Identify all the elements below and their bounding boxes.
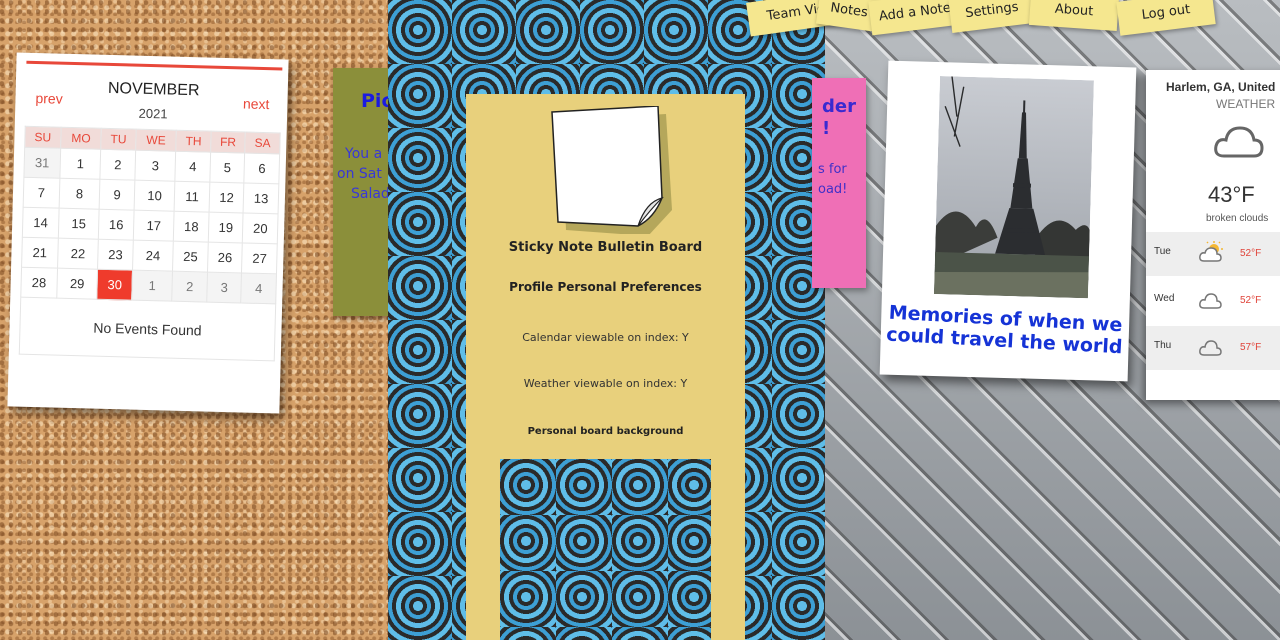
calendar-day[interactable]: 29 (56, 268, 98, 300)
forecast-day: Tue (1154, 246, 1171, 257)
weather-preference: Weather viewable on index: Y (523, 377, 688, 390)
calendar-day[interactable]: 2 (172, 271, 208, 303)
calendar-day[interactable]: 1 (131, 270, 173, 302)
profile-preferences-card: Sticky Note Bulletin Board Profile Perso… (466, 94, 745, 640)
background-preview-image[interactable] (500, 459, 711, 640)
calendar-day[interactable]: 5 (209, 152, 246, 184)
calendar-day[interactable]: 18 (173, 211, 209, 243)
calendar-day-today[interactable]: 30 (97, 269, 133, 301)
calendar-day[interactable]: 17 (133, 210, 175, 242)
note-title-line: der (822, 96, 856, 117)
calendar-header: prev NOVEMBER 2021 next (25, 64, 283, 133)
calendar-grid: SU MO TU WE TH FR SA 31 1 2 3 4 5 6 7 8 … (20, 126, 281, 305)
calendar-events-message: No Events Found (18, 297, 277, 362)
background-preference-label: Personal board background (527, 426, 684, 437)
calendar-day[interactable]: 21 (21, 237, 59, 269)
calendar-day[interactable]: 3 (206, 272, 242, 303)
weather-widget: Harlem, GA, United WEATHER 43°F broken c… (1146, 70, 1280, 400)
note-line: Salad (351, 186, 388, 202)
forecast-day: Wed (1154, 293, 1175, 304)
weekday-fr: FR (210, 131, 246, 154)
note-line: on Sat (337, 166, 382, 182)
note-title-line: ! (822, 118, 831, 139)
calendar-day[interactable]: 1 (59, 148, 101, 180)
calendar-day[interactable]: 28 (20, 267, 58, 299)
brand-title: Sticky Note Bulletin Board (508, 240, 703, 255)
calendar-day[interactable]: 6 (244, 153, 280, 184)
calendar-day[interactable]: 2 (100, 149, 136, 181)
note-line: You a (345, 146, 383, 162)
calendar-day[interactable]: 13 (243, 183, 279, 214)
current-temperature: 43°F (1208, 182, 1255, 207)
weather-location: Harlem, GA, United (1166, 80, 1276, 94)
cork-board-panel: prev NOVEMBER 2021 next SU MO TU WE TH F… (0, 0, 388, 640)
forecast-row: Tue 52°F (1146, 232, 1280, 276)
calendar-day[interactable]: 3 (134, 150, 177, 182)
calendar-day[interactable]: 25 (172, 241, 209, 273)
partly-sunny-icon (1199, 241, 1223, 262)
calendar-day[interactable]: 4 (175, 151, 211, 183)
weather-description: broken clouds (1206, 213, 1269, 224)
forecast-high: 52°F (1240, 295, 1262, 306)
calendar-day[interactable]: 20 (242, 212, 279, 244)
note-body: s for oad! (818, 160, 847, 200)
calendar-day[interactable]: 7 (23, 177, 60, 209)
forecast-row: Thu 57°F (1146, 326, 1280, 370)
note-title: der ! (822, 96, 856, 140)
weekday-th: TH (176, 130, 212, 153)
forecast-high: 52°F (1240, 248, 1262, 259)
calendar-day[interactable]: 9 (99, 179, 135, 211)
calendar-day[interactable]: 15 (58, 208, 100, 240)
calendar-day[interactable]: 10 (133, 180, 176, 212)
page-title: Profile Personal Preferences (509, 280, 702, 294)
sticky-note-pink[interactable]: der ! s for oad! (812, 78, 866, 288)
calendar-day[interactable]: 12 (208, 182, 245, 213)
weekday-mo: MO (60, 127, 102, 150)
calendar-day[interactable]: 23 (97, 239, 134, 271)
note-line: s for (818, 162, 847, 177)
eiffel-tower-photo (933, 76, 1094, 299)
calendar-day[interactable]: 27 (241, 242, 278, 274)
weekday-tu: TU (100, 128, 137, 151)
sticky-note-olive[interactable]: Pic You a on Sat Salad (333, 68, 388, 316)
note-title: Pic (361, 90, 388, 112)
weekday-sa: SA (245, 132, 281, 154)
sticky-note-logo-icon (551, 106, 672, 234)
cloud-icon (1199, 340, 1222, 356)
calendar-preference: Calendar viewable on index: Y (522, 331, 689, 344)
weekday-we: WE (135, 129, 177, 152)
calendar-day[interactable]: 4 (241, 272, 277, 304)
calendar-day[interactable]: 24 (132, 240, 174, 272)
calendar-next-button[interactable]: next (243, 95, 270, 112)
note-line: oad! (818, 182, 848, 197)
forecast-day: Thu (1154, 340, 1172, 351)
calendar-day[interactable]: 31 (23, 147, 61, 179)
calendar-day[interactable]: 11 (174, 181, 210, 213)
weather-label: WEATHER (1216, 97, 1276, 111)
weekday-su: SU (24, 126, 61, 149)
forecast-row: Wed 52°F (1146, 279, 1280, 323)
note-body: You a on Sat Salad (337, 144, 388, 204)
calendar-day[interactable]: 22 (57, 238, 99, 270)
cloud-icon (1214, 126, 1264, 158)
forecast-high: 57°F (1240, 342, 1262, 353)
calendar-day[interactable]: 26 (207, 242, 243, 273)
calendar-day[interactable]: 8 (58, 178, 101, 210)
photo-note[interactable]: Memories of when we could travel the wor… (879, 60, 1137, 382)
calendar-widget: prev NOVEMBER 2021 next SU MO TU WE TH F… (7, 52, 289, 414)
swirl-background-panel: Sticky Note Bulletin Board Profile Perso… (388, 0, 825, 640)
calendar-day[interactable]: 16 (98, 209, 134, 241)
cloud-icon (1199, 293, 1222, 309)
calendar-day[interactable]: 19 (208, 212, 244, 243)
photo-caption: Memories of when we could travel the wor… (885, 301, 1124, 359)
calendar-day[interactable]: 14 (22, 207, 59, 239)
